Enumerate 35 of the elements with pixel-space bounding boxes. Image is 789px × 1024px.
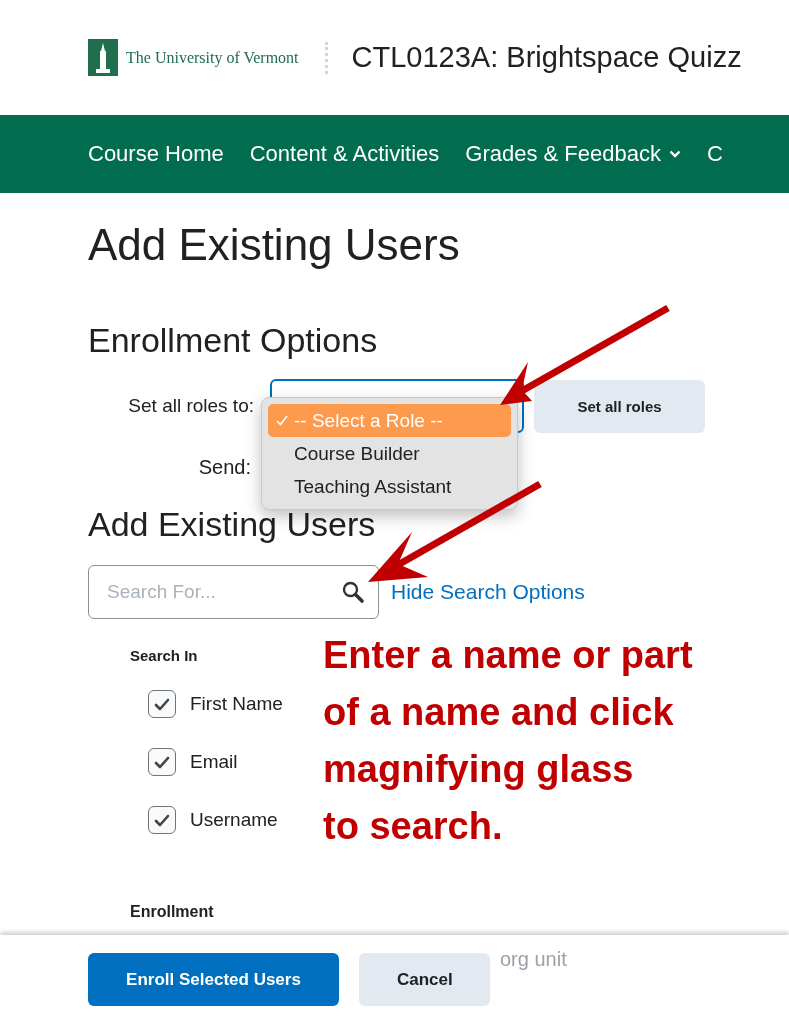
group-label: Enrollment (130, 903, 214, 921)
check-icon (154, 697, 170, 711)
set-roles-button[interactable]: Set all roles (534, 379, 705, 433)
logo-icon (88, 39, 118, 76)
check-icon (276, 415, 288, 426)
cancel-button[interactable]: Cancel (359, 953, 490, 1006)
section-heading: Add Existing Users (88, 504, 377, 545)
search-icon[interactable] (341, 580, 365, 604)
dropdown-option[interactable]: Course Builder (268, 437, 511, 470)
checkbox[interactable] (148, 690, 176, 718)
hide-options-link[interactable]: Hide Search Options (391, 580, 585, 604)
enroll-button[interactable]: Enroll Selected Users (88, 953, 339, 1006)
nav-item[interactable]: C (706, 141, 723, 167)
option-label: org unit (500, 948, 567, 971)
nav-item[interactable]: Content & Activities (249, 141, 440, 167)
nav-item[interactable]: Course Home (88, 141, 224, 167)
course-title: CTL0123A: Brightspace Quizz (351, 41, 742, 74)
annotation-text: Enter a name or part of a name and click magnifying glass to search. (323, 633, 693, 849)
check-icon (154, 813, 170, 827)
search-field[interactable]: Search For... (88, 565, 379, 619)
field-label: Send: (197, 455, 251, 479)
checkbox-label: Email (190, 751, 238, 773)
section-heading: Enrollment Options (88, 320, 379, 361)
page-title: Add Existing Users (88, 219, 461, 271)
checkbox-label: First Name (190, 693, 283, 715)
field-label: Set all roles to: (127, 395, 255, 417)
checkbox-label: Username (190, 809, 278, 831)
checkbox[interactable] (148, 806, 176, 834)
checkbox[interactable] (148, 748, 176, 776)
chevron-icon (668, 150, 681, 158)
logo-text: The University of Vermont (126, 48, 299, 67)
nav-item[interactable]: Grades & Feedback (465, 141, 681, 167)
check-icon (154, 755, 170, 769)
dropdown-option[interactable]: Teaching Assistant (268, 470, 511, 503)
group-label: Search In (130, 647, 198, 664)
